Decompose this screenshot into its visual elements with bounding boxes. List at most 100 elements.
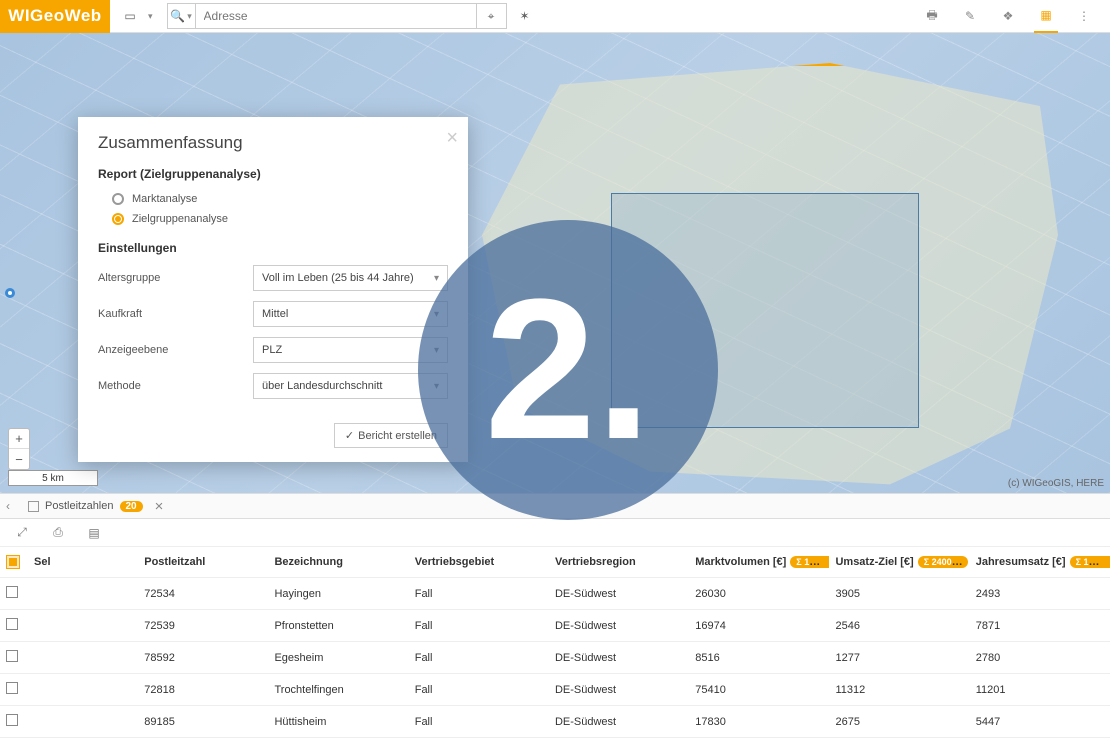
tab-checkbox[interactable] xyxy=(28,501,39,512)
create-report-button[interactable]: ✓ Bericht erstellen xyxy=(334,423,448,448)
header-umsatzziel[interactable]: Umsatz-Ziel [€]Σ 240005 xyxy=(829,547,969,578)
method-dropdown[interactable]: über Landesdurchschnitt xyxy=(253,373,448,399)
cell-uziel: 2546 xyxy=(829,610,969,642)
age-group-dropdown[interactable]: Voll im Leben (25 bis 44 Jahre) xyxy=(253,265,448,291)
route-icon[interactable]: ✶ xyxy=(513,4,537,28)
buying-power-dropdown[interactable]: Mittel xyxy=(253,301,448,327)
tab-label: Postleitzahlen xyxy=(45,500,114,512)
header-jahresumsatz[interactable]: Jahresumsatz [€]Σ 128260 xyxy=(970,547,1110,578)
cell-mvol: 26030 xyxy=(689,578,829,610)
more-icon[interactable]: ⋮ xyxy=(1072,4,1096,28)
zoom-control: + − xyxy=(8,428,30,470)
cell-vgebiet: Fall xyxy=(409,642,549,674)
radio-label: Marktanalyse xyxy=(132,193,197,205)
map-attribution: (c) WIGeoGIS, HERE xyxy=(1008,478,1104,489)
data-table-wrap[interactable]: Sel Postleitzahl Bezeichnung Vertriebsge… xyxy=(0,547,1110,740)
layers-icon[interactable]: ❖ xyxy=(996,4,1020,28)
row-checkbox[interactable] xyxy=(0,706,28,738)
radio-marktanalyse[interactable]: Marktanalyse xyxy=(98,189,448,209)
settings-section-label: Einstellungen xyxy=(98,241,448,255)
locate-icon[interactable]: ⌖ xyxy=(476,4,506,28)
display-level-dropdown[interactable]: PLZ xyxy=(253,337,448,363)
cell-mvol: 17830 xyxy=(689,706,829,738)
cell-plz: 72534 xyxy=(138,578,268,610)
current-location-dot xyxy=(5,288,15,298)
radio-zielgruppenanalyse[interactable]: Zielgruppenanalyse xyxy=(98,209,448,229)
display-level-label: Anzeigeebene xyxy=(98,344,253,356)
bottom-tab-bar: ‹ Postleitzahlen 20 × xyxy=(0,493,1110,519)
cell-uziel: 3905 xyxy=(829,578,969,610)
row-checkbox[interactable] xyxy=(0,578,28,610)
export-icon[interactable]: ⎙ xyxy=(46,521,70,545)
cell-bez: Pfronstetten xyxy=(268,610,408,642)
app-logo: WIGeoWeb xyxy=(0,0,110,33)
search-icon[interactable]: 🔍▾ xyxy=(168,4,196,28)
cell-plz: 78592 xyxy=(138,642,268,674)
header-plz[interactable]: Postleitzahl xyxy=(138,547,268,578)
cell-jums: 2493 xyxy=(970,578,1110,610)
header-bez[interactable]: Bezeichnung xyxy=(268,547,408,578)
cell-uziel: 11312 xyxy=(829,674,969,706)
tab-count-badge: 20 xyxy=(120,501,143,512)
table-row[interactable]: 72534HayingenFallDE-Südwest2603039052493 xyxy=(0,578,1110,610)
header-marktvolumen[interactable]: Marktvolumen [€]Σ 1600019 xyxy=(689,547,829,578)
search-input[interactable] xyxy=(196,4,476,28)
cell-mvol: 16974 xyxy=(689,610,829,642)
table-row[interactable]: 78592EgesheimFallDE-Südwest851612772780 xyxy=(0,642,1110,674)
row-checkbox[interactable] xyxy=(0,642,28,674)
table-row[interactable]: 89185HüttisheimFallDE-Südwest17830267554… xyxy=(0,706,1110,738)
check-icon: ✓ xyxy=(345,429,354,442)
report-section-label: Report (Zielgruppenanalyse) xyxy=(98,167,448,181)
table-header-row: Sel Postleitzahl Bezeichnung Vertriebsge… xyxy=(0,547,1110,578)
close-icon[interactable]: × xyxy=(446,127,458,150)
method-label: Methode xyxy=(98,380,253,392)
radio-icon xyxy=(112,193,124,205)
cell-mvol: 75410 xyxy=(689,674,829,706)
summary-modal: × Zusammenfassung Report (Zielgruppenana… xyxy=(78,117,468,462)
header-vgebiet[interactable]: Vertriebsgebiet xyxy=(409,547,549,578)
cell-jums: 11201 xyxy=(970,674,1110,706)
zoom-out-button[interactable]: − xyxy=(9,449,29,469)
header-vregion[interactable]: Vertriebsregion xyxy=(549,547,689,578)
columns-icon[interactable]: ▤ xyxy=(82,521,106,545)
modal-title: Zusammenfassung xyxy=(98,133,448,153)
tab-close-icon[interactable]: × xyxy=(155,498,164,515)
cell-vregion: DE-Südwest xyxy=(549,674,689,706)
tab-scroll-left-icon[interactable]: ‹ xyxy=(6,499,10,513)
table-view-icon[interactable]: ▦ xyxy=(1034,0,1058,33)
cell-vgebiet: Fall xyxy=(409,610,549,642)
table-row[interactable]: 72818TrochtelfingenFallDE-Südwest7541011… xyxy=(0,674,1110,706)
cell-bez: Egesheim xyxy=(268,642,408,674)
header-sel[interactable]: Sel xyxy=(28,547,138,578)
select-dropdown-caret[interactable]: ▾ xyxy=(148,11,153,22)
selection-rectangle[interactable] xyxy=(611,193,919,428)
cell-vgebiet: Fall xyxy=(409,674,549,706)
sum-badge-uziel: Σ 240005 xyxy=(918,556,968,568)
cell-jums: 5447 xyxy=(970,706,1110,738)
print-icon[interactable]: 🖶 xyxy=(920,4,944,28)
expand-icon[interactable]: ⤢ xyxy=(10,521,34,545)
select-rect-icon[interactable]: ▭ xyxy=(118,4,142,28)
zoom-in-button[interactable]: + xyxy=(9,429,29,449)
edit-layers-icon[interactable]: ✎ xyxy=(958,4,982,28)
cell-plz: 72539 xyxy=(138,610,268,642)
tab-postleitzahlen[interactable]: Postleitzahlen 20 × xyxy=(20,494,171,518)
cell-vgebiet: Fall xyxy=(409,706,549,738)
cell-sel xyxy=(28,706,138,738)
cell-uziel: 1277 xyxy=(829,642,969,674)
cell-bez: Trochtelfingen xyxy=(268,674,408,706)
sum-badge-jums: Σ 128260 xyxy=(1070,556,1110,568)
radio-label: Zielgruppenanalyse xyxy=(132,213,228,225)
cell-vregion: DE-Südwest xyxy=(549,578,689,610)
cell-plz: 72818 xyxy=(138,674,268,706)
header-checkbox[interactable] xyxy=(0,547,28,578)
row-checkbox[interactable] xyxy=(0,610,28,642)
map-canvas[interactable]: + − 5 km (c) WIGeoGIS, HERE × Zusammenfa… xyxy=(0,33,1110,493)
cell-bez: Hüttisheim xyxy=(268,706,408,738)
row-checkbox[interactable] xyxy=(0,674,28,706)
create-report-label: Bericht erstellen xyxy=(358,430,437,442)
table-row[interactable]: 72539PfronstettenFallDE-Südwest169742546… xyxy=(0,610,1110,642)
cell-vregion: DE-Südwest xyxy=(549,610,689,642)
scale-bar: 5 km xyxy=(8,470,98,486)
cell-plz: 89185 xyxy=(138,706,268,738)
